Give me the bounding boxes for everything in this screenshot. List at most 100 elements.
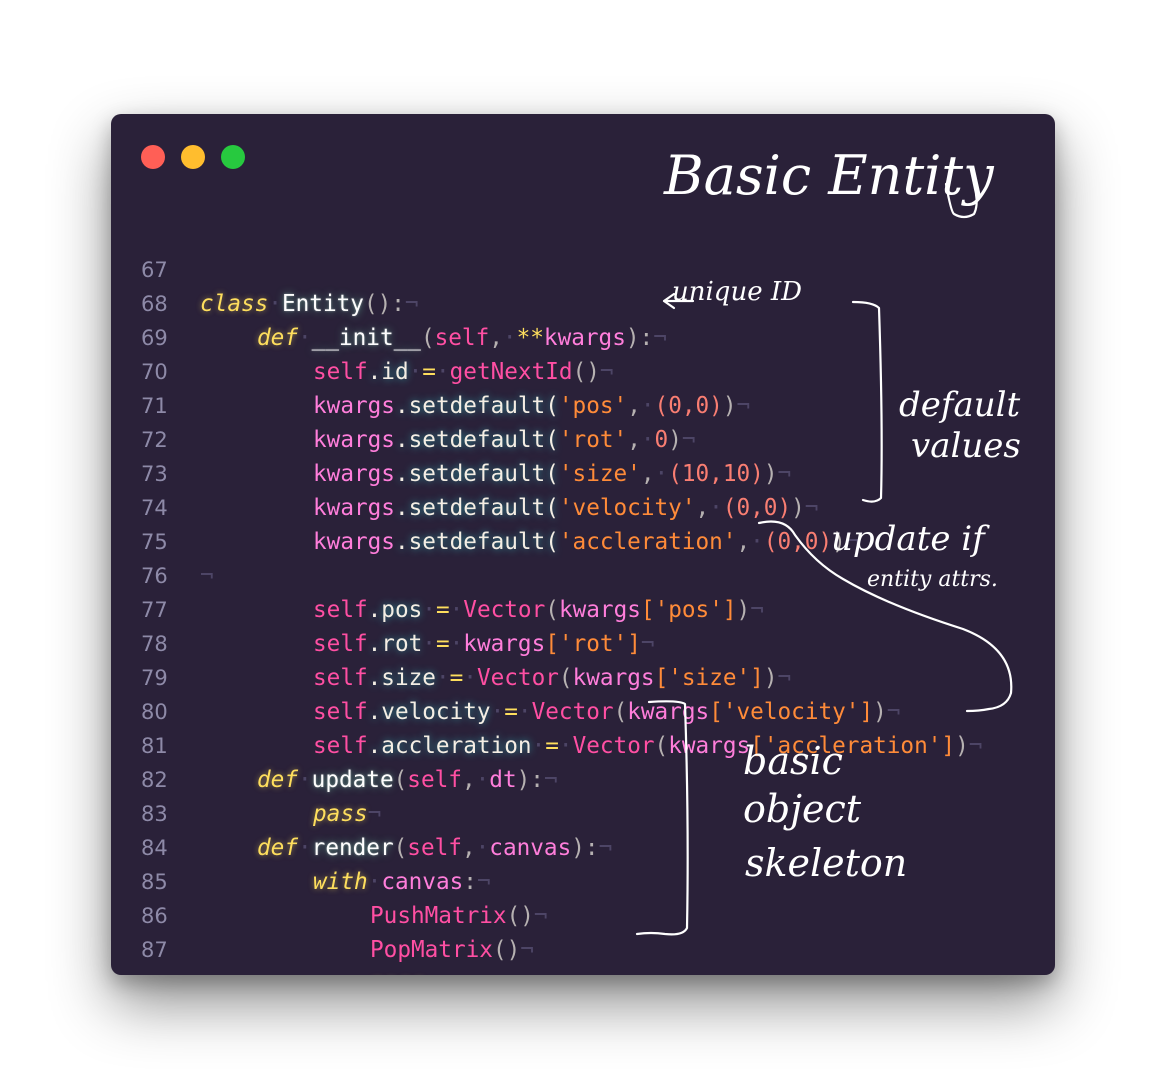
punctuation: ,	[461, 767, 476, 793]
string: 'velocity'	[558, 495, 696, 521]
punctuation: )	[722, 393, 737, 419]
string: 'rot'	[558, 427, 628, 453]
eol-marker: ¬	[886, 699, 901, 725]
punctuation: )	[763, 665, 778, 691]
operator: =	[504, 699, 518, 725]
self-ref: self	[313, 699, 368, 725]
punctuation: ()	[492, 937, 521, 963]
editor-window: 67 class·Entity():¬ 68 def·__init__(self…	[111, 114, 1055, 975]
whitespace-marker: ·	[709, 495, 723, 521]
number: (0,0)	[763, 529, 833, 555]
annotation-default-2: values	[911, 426, 1021, 466]
variable: kwargs	[313, 495, 395, 521]
class-call: Vector	[463, 597, 546, 623]
class-name: Entity	[281, 291, 364, 317]
code-line: 73 kwargs.setdefault('velocity',·(0,0))¬	[111, 423, 818, 521]
param: kwargs	[543, 325, 626, 351]
eol-marker: ¬	[404, 291, 419, 317]
whitespace-marker: ·	[475, 767, 490, 793]
number: (0,0)	[654, 393, 723, 419]
code-line: 72 kwargs.setdefault('size',·(10,10))¬	[111, 389, 791, 487]
number: (10,10)	[668, 461, 764, 487]
punctuation: )	[763, 461, 778, 487]
whitespace-marker: ·	[422, 631, 436, 657]
arrow-icon	[662, 292, 695, 310]
punctuation: ,	[640, 461, 655, 487]
code-line: 74 kwargs.setdefault('accleration',·(0,0…	[111, 457, 859, 555]
keyword: class	[200, 291, 269, 317]
param: canvas	[489, 835, 572, 861]
whitespace-marker: ·	[531, 733, 546, 759]
attribute: .rot	[367, 631, 423, 657]
punctuation: ()	[506, 903, 534, 929]
whitespace-marker: ·	[449, 597, 464, 623]
code-line: 71 kwargs.setdefault('rot',·0)¬	[111, 355, 696, 453]
eol-marker: ¬	[736, 393, 751, 419]
subscript: ['accleration']	[750, 733, 956, 759]
code-line: 76 self.pos·=·Vector(kwargs['pos'])¬	[111, 525, 764, 623]
self-ref: self	[313, 597, 368, 623]
variable: kwargs	[627, 699, 710, 725]
eol-marker: ¬	[640, 631, 655, 657]
punctuation: ,	[736, 529, 751, 555]
whitespace-marker: ·	[640, 393, 655, 419]
method: .setdefault(	[394, 529, 559, 555]
code-line: 85 PushMatrix()¬	[111, 831, 548, 929]
variable: canvas	[381, 869, 464, 895]
code-line: 67 class·Entity():¬	[111, 219, 419, 317]
punctuation: ,	[461, 835, 476, 861]
operator: =	[449, 665, 464, 691]
annotation-update-2: entity attrs.	[867, 567, 998, 592]
function-call: PushMatrix	[370, 903, 507, 929]
operator: =	[545, 733, 559, 759]
eol-marker: ¬	[653, 325, 667, 351]
punctuation: ,	[627, 427, 641, 453]
function-name: render	[311, 835, 394, 861]
code-line: 84 with·canvas:¬	[111, 797, 491, 895]
punctuation: ,	[489, 325, 503, 351]
zoom-button[interactable]	[221, 145, 245, 169]
code-line: 69 self.id·=·getNextId()¬	[111, 287, 614, 385]
code-line: 79 self.velocity·=·Vector(kwargs['veloci…	[111, 627, 900, 725]
attribute: .velocity	[367, 699, 491, 725]
bracket-default-values	[851, 300, 883, 503]
close-button[interactable]	[141, 145, 165, 169]
punctuation: )	[832, 529, 846, 555]
self-param: self	[407, 767, 462, 793]
code-line: 68 def·__init__(self,·**kwargs):¬	[111, 253, 667, 351]
eol-marker: ¬	[520, 937, 534, 963]
eol-marker: ¬	[968, 733, 983, 759]
variable: kwargs	[572, 665, 655, 691]
whitespace-marker: ·	[502, 325, 517, 351]
function-call: PopMatrix	[370, 937, 493, 963]
whitespace-marker: ·	[408, 359, 423, 385]
number: (0,0)	[722, 495, 792, 521]
code-line: 81 def·update(self,·dt):¬	[111, 695, 558, 793]
code-line: 83 def·render(self,·canvas):¬	[111, 763, 612, 861]
annotation-title: Basic Entity	[663, 144, 995, 207]
variable: kwargs	[313, 461, 395, 487]
whitespace-marker: ·	[640, 427, 655, 453]
self-ref: self	[313, 665, 368, 691]
whitespace-marker: ·	[463, 665, 477, 691]
self-param: self	[407, 835, 462, 861]
keyword: def	[257, 767, 298, 793]
code-line: 77 self.rot·=·kwargs['rot']¬	[111, 559, 655, 657]
whitespace-marker: ·	[750, 529, 764, 555]
punctuation: ,	[627, 393, 641, 419]
string: 'accleration'	[558, 529, 737, 555]
variable: kwargs	[463, 631, 546, 657]
punctuation: :	[463, 869, 477, 895]
punctuation: ():	[363, 291, 405, 317]
self-ref: self	[313, 631, 368, 657]
minimize-button[interactable]	[181, 145, 205, 169]
whitespace-marker: ·	[654, 461, 669, 487]
keyword: def	[257, 835, 298, 861]
keyword: def	[257, 325, 298, 351]
whitespace-marker: ·	[558, 733, 573, 759]
attribute: .accleration	[367, 733, 532, 759]
class-call: Vector	[531, 699, 614, 725]
annotation-skeleton-3: skeleton	[745, 841, 907, 885]
keyword: pass	[313, 801, 368, 827]
eol-marker: ¬	[476, 869, 491, 895]
